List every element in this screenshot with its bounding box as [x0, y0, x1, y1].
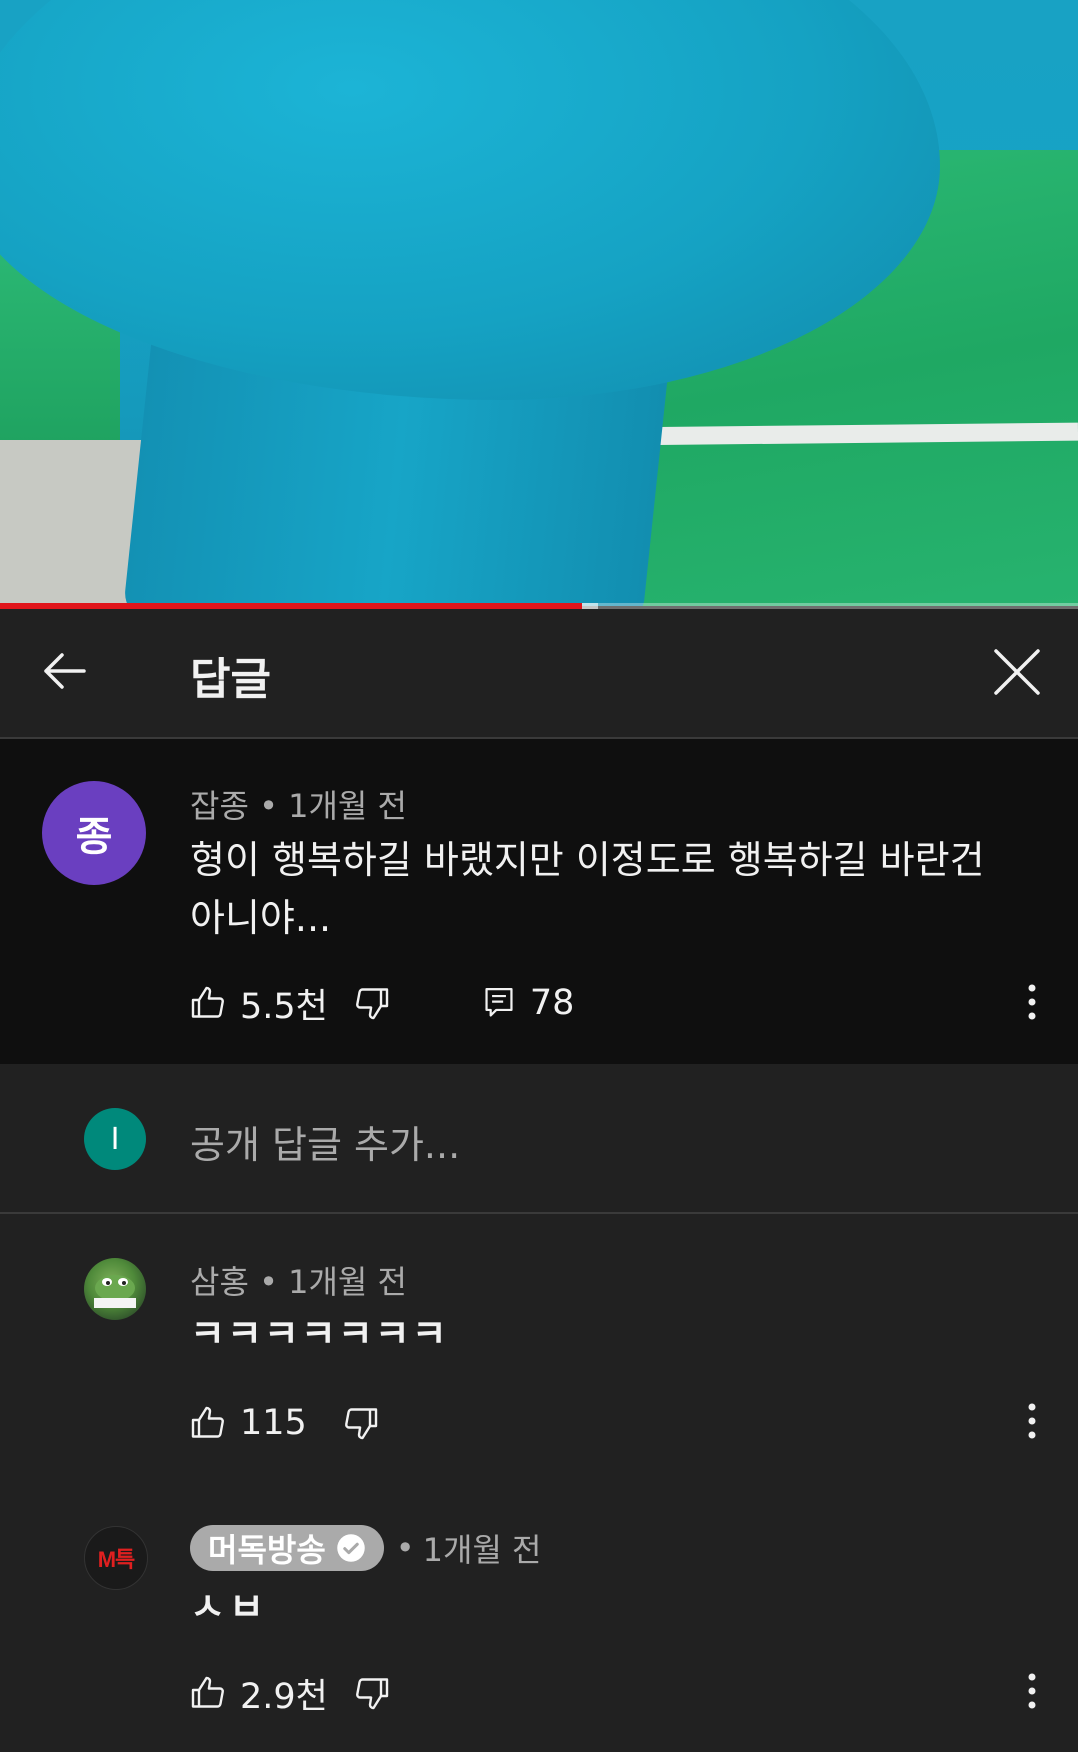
more-options-icon[interactable] [1022, 1671, 1042, 1711]
avatar-letter: I [110, 1121, 120, 1157]
comment-text: ㅅㅂ [190, 1585, 268, 1629]
verified-check-icon [337, 1534, 365, 1562]
page-title: 답글 [190, 654, 271, 705]
comment-time[interactable]: 1개월 전 [288, 1263, 407, 1301]
reply-count: 78 [529, 983, 575, 1023]
avatar[interactable]: M특 [84, 1526, 148, 1590]
like-count: 5.5천 [240, 986, 328, 1027]
comment-text: 형이 행복하길 바랬지만 이정도로 행복하길 바란건 아니야... [190, 838, 985, 940]
add-reply-input[interactable]: 공개 답글 추가... [190, 1114, 460, 1169]
user-avatar[interactable]: I [84, 1108, 146, 1170]
avatar[interactable] [84, 1258, 146, 1320]
channel-owner-badge[interactable]: 머독방송 [190, 1525, 384, 1571]
dislike-icon[interactable] [354, 985, 390, 1021]
like-count: 2.9천 [240, 1676, 328, 1717]
reply-comment-icon[interactable] [482, 985, 516, 1021]
comment-meta: 잡종 • 1개월 전 [190, 781, 407, 827]
comment-meta: 머독방송 • 1개월 전 [190, 1525, 542, 1571]
frog-avatar-icon [94, 1275, 136, 1308]
comment-actions: 115 [190, 1398, 379, 1448]
avatar-logo-text: M특 [97, 1547, 136, 1572]
like-count: 115 [240, 1403, 307, 1443]
comment-author[interactable]: 잡종 [190, 787, 249, 825]
dislike-icon[interactable] [354, 1675, 390, 1711]
comment-meta: 삼홍 • 1개월 전 [190, 1257, 407, 1303]
parent-comment: 종 잡종 • 1개월 전 형이 행복하길 바랬지만 이정도로 행복하길 바란건 … [0, 739, 1078, 1064]
back-arrow-icon[interactable] [38, 645, 90, 697]
meta-separator: • [395, 1529, 415, 1567]
avatar-letter: 종 [75, 814, 113, 860]
like-icon[interactable] [190, 985, 226, 1021]
comment-time[interactable]: 1개월 전 [288, 787, 407, 825]
comment-author[interactable]: 삼홍 [190, 1263, 249, 1301]
like-icon[interactable] [190, 1405, 226, 1441]
replies-header: 답글 [0, 609, 1078, 739]
more-options-icon[interactable] [1022, 982, 1042, 1022]
comment-actions: 5.5천 78 [190, 978, 574, 1028]
meta-separator: • [259, 787, 278, 825]
comment-actions: 2.9천 [190, 1668, 390, 1718]
comment-time[interactable]: 1개월 전 [423, 1525, 542, 1571]
close-icon[interactable] [990, 645, 1044, 699]
comment-text: ㅋㅋㅋㅋㅋㅋㅋ [190, 1312, 449, 1356]
dislike-icon[interactable] [343, 1405, 379, 1441]
like-icon[interactable] [190, 1675, 226, 1711]
more-options-icon[interactable] [1022, 1401, 1042, 1441]
comment-author: 머독방송 [208, 1531, 326, 1569]
meta-separator: • [259, 1263, 278, 1301]
avatar[interactable]: 종 [42, 781, 146, 885]
add-reply-row: I 공개 답글 추가... [0, 1064, 1078, 1214]
video-player[interactable] [0, 0, 1078, 606]
